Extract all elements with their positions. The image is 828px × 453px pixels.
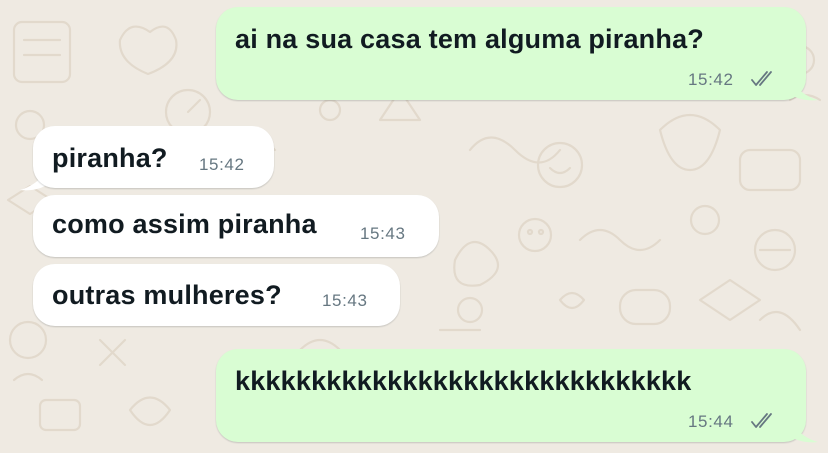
message-timestamp: 15:43 xyxy=(360,224,406,243)
message-timestamp: 15:42 xyxy=(688,70,734,89)
message-timestamp: 15:44 xyxy=(688,412,734,431)
bubble-tail xyxy=(790,420,818,443)
message-text: piranha? xyxy=(52,143,168,173)
message-timestamp: 15:43 xyxy=(322,291,368,310)
message-timestamp: 15:42 xyxy=(199,155,245,174)
double-check-icon xyxy=(751,71,772,86)
bubble-tail xyxy=(790,78,818,101)
double-check-icon xyxy=(751,413,772,428)
message-text: outras mulheres? xyxy=(52,280,282,310)
message-text: kkkkkkkkkkkkkkkkkkkkkkkkkkkkkk xyxy=(235,366,692,396)
message-text: como assim piranha xyxy=(52,209,317,239)
message-text: ai na sua casa tem alguma piranha? xyxy=(235,24,704,54)
